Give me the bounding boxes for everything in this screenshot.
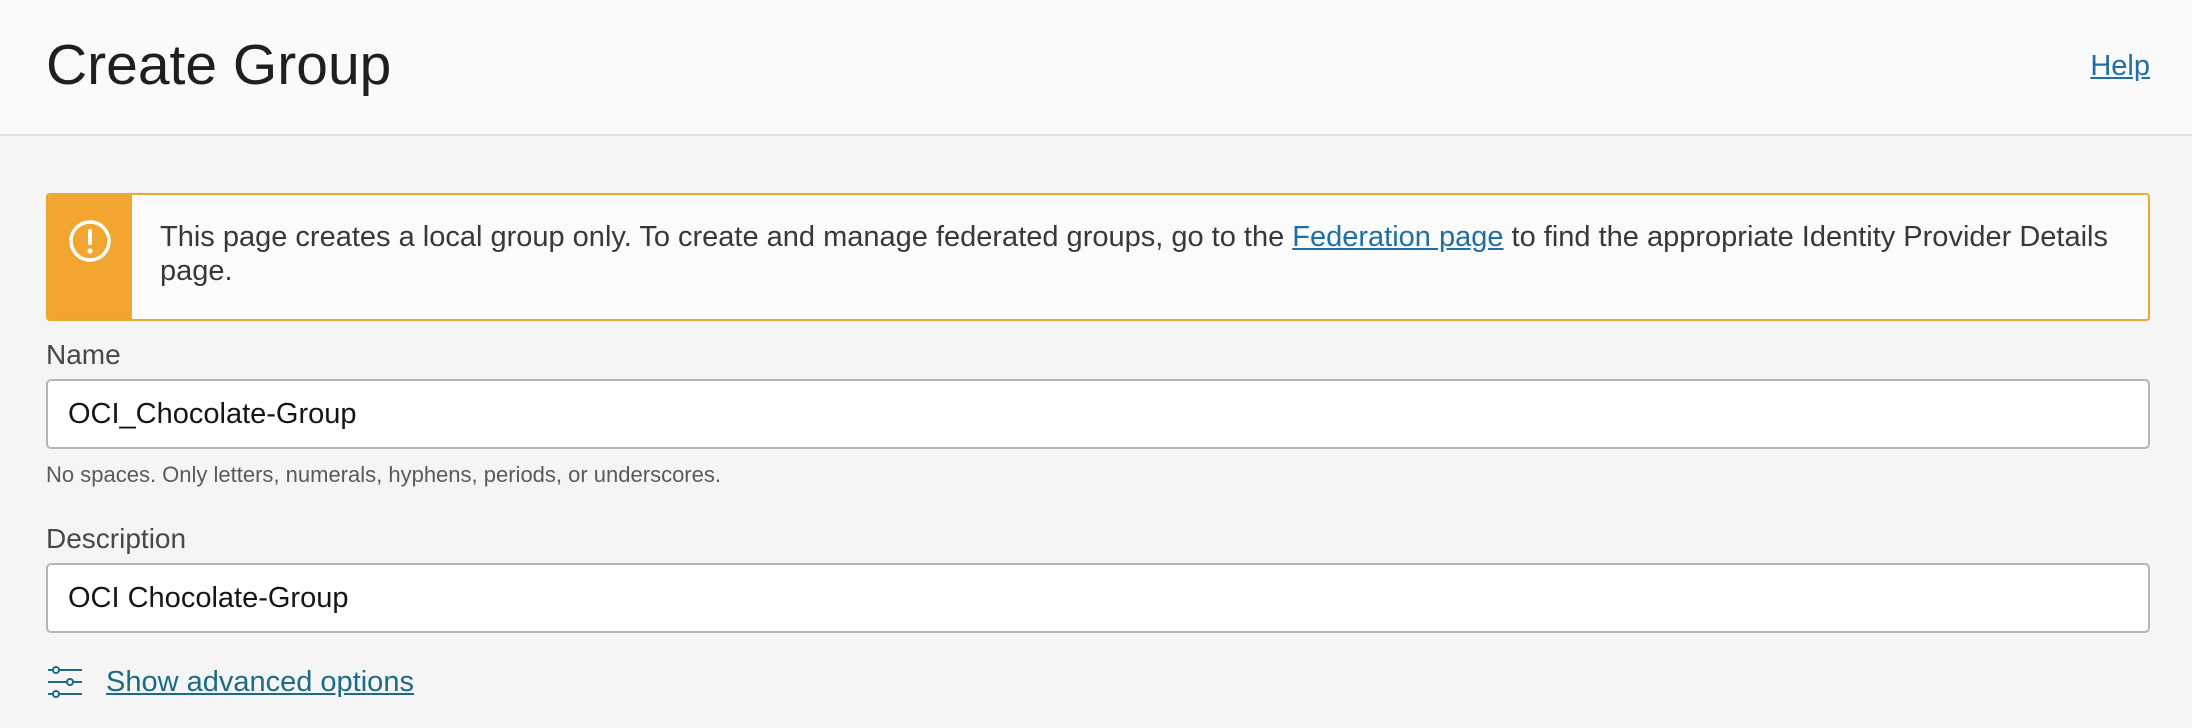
warning-alert: This page creates a local group only. To… — [46, 193, 2150, 321]
federation-page-link[interactable]: Federation page — [1292, 221, 1503, 253]
alert-message: This page creates a local group only. To… — [160, 220, 2120, 288]
show-advanced-options-link[interactable]: Show advanced options — [46, 662, 414, 702]
name-hint: No spaces. Only letters, numerals, hyphe… — [46, 462, 721, 487]
name-label: Name — [46, 339, 121, 370]
help-link[interactable]: Help — [2090, 48, 2150, 84]
page-title: Create Group — [46, 33, 392, 97]
name-input[interactable] — [46, 379, 2150, 449]
description-label: Description — [46, 523, 187, 554]
alert-stripe — [48, 195, 132, 319]
sliders-icon — [48, 666, 82, 698]
show-advanced-options-label: Show advanced options — [106, 666, 414, 698]
alert-text-before: This page creates a local group only. To… — [160, 221, 1293, 253]
exclamation-circle-icon — [69, 220, 111, 262]
page-header: Create Group Help — [0, 0, 2192, 136]
description-input[interactable] — [46, 563, 2150, 633]
